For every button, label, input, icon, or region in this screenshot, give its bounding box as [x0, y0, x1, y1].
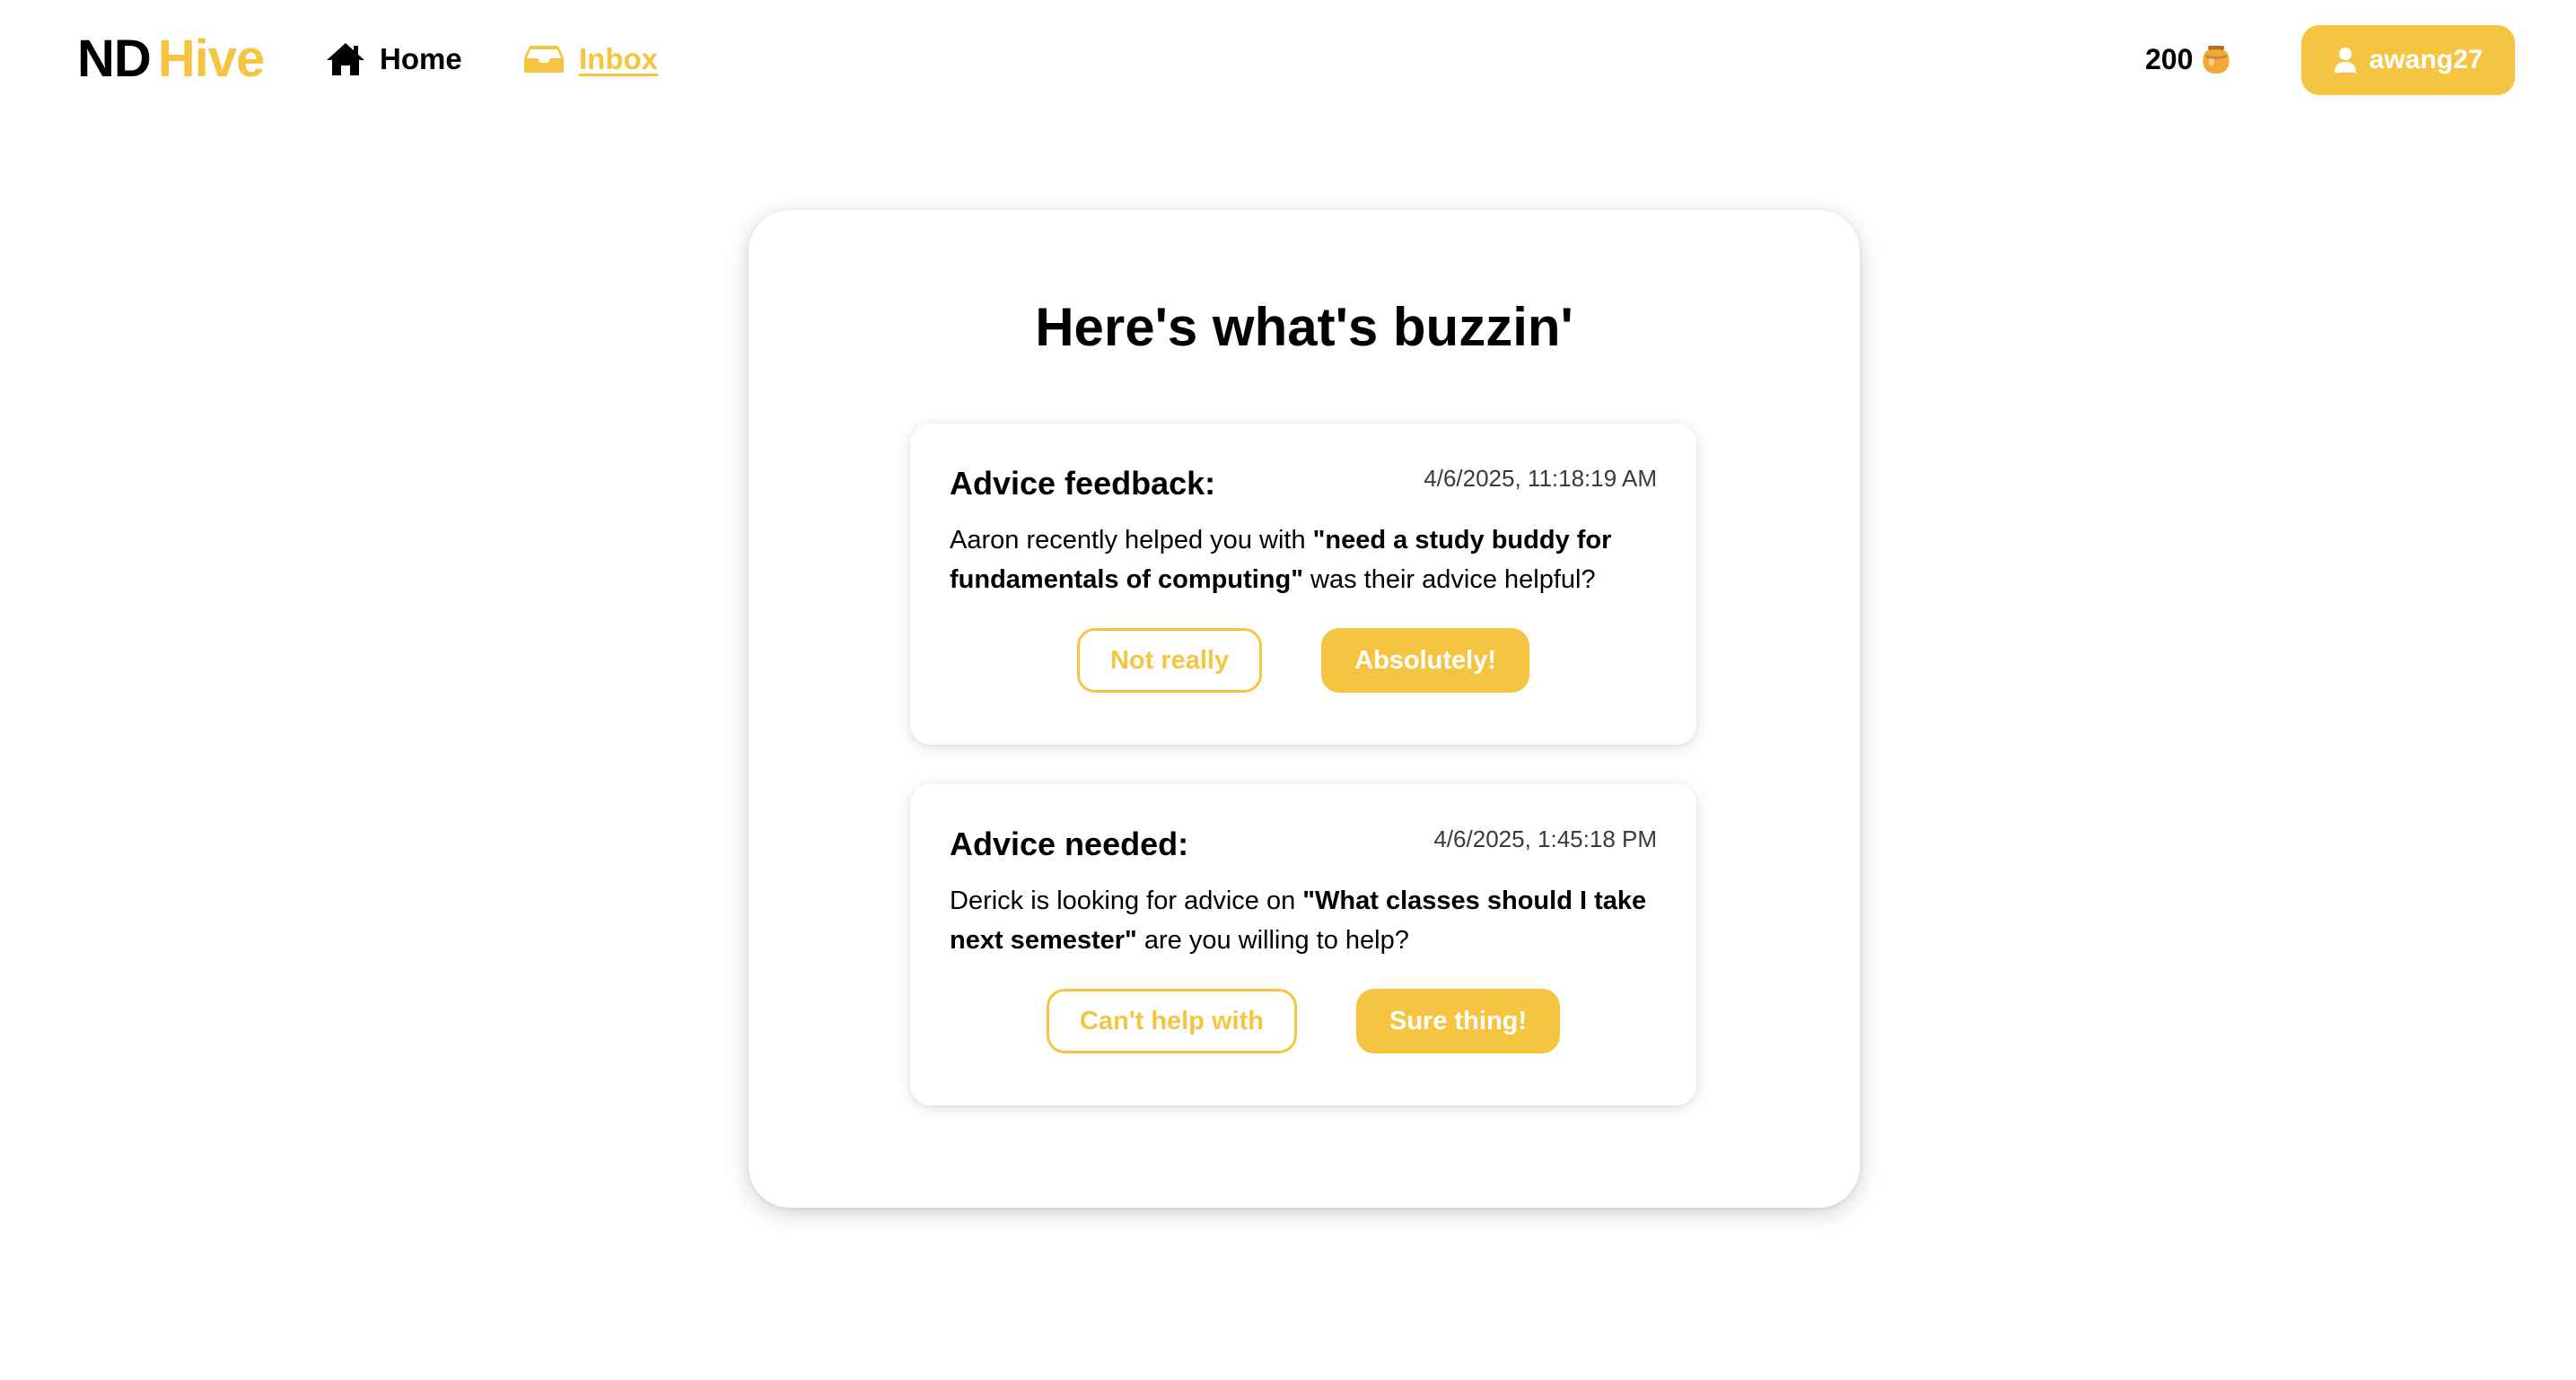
honey-pot-icon: [2193, 44, 2230, 74]
nav-home-link[interactable]: Home: [326, 39, 462, 79]
home-icon: [326, 41, 380, 77]
brand-logo-nd: ND: [77, 30, 152, 88]
inbox-tray-icon: [523, 44, 579, 74]
absolutely-button[interactable]: Absolutely!: [1321, 628, 1530, 693]
top-navbar: ND Hive Home Inbox 200 awang27: [0, 0, 2576, 117]
username-label: awang27: [2369, 45, 2484, 74]
coin-balance: 200: [2145, 39, 2230, 79]
nav-home-label: Home: [380, 42, 462, 75]
notification-heading: Advice needed:: [950, 825, 1189, 862]
notification-card: Advice needed: 4/6/2025, 1:45:18 PM Deri…: [910, 784, 1696, 1105]
brand-logo[interactable]: ND Hive: [77, 30, 266, 88]
page-title: Here's what's buzzin': [1035, 297, 1573, 357]
notification-heading: Advice feedback:: [950, 465, 1216, 502]
notification-timestamp: 4/6/2025, 1:45:18 PM: [1433, 825, 1657, 852]
nav-inbox-link[interactable]: Inbox: [523, 39, 658, 79]
notification-message-question: was their advice helpful?: [1302, 565, 1596, 594]
brand-logo-hive: Hive: [157, 30, 266, 88]
notification-message: Aaron recently helped you with "need a s…: [950, 520, 1668, 599]
notification-message-intro: Derick is looking for advice on: [950, 887, 1303, 915]
user-account-button[interactable]: awang27: [2301, 25, 2515, 95]
cant-help-button[interactable]: Can't help with: [1046, 989, 1297, 1053]
notification-message-intro: Aaron recently helped you with: [950, 526, 1313, 555]
coin-balance-value: 200: [2145, 43, 2194, 75]
user-icon: [2334, 47, 2370, 74]
notification-card: Advice feedback: 4/6/2025, 11:18:19 AM A…: [910, 424, 1696, 745]
nav-inbox-label: Inbox: [579, 42, 658, 75]
inbox-panel: Here's what's buzzin' Advice feedback: 4…: [749, 210, 1860, 1208]
notification-message-question: are you willing to help?: [1136, 926, 1409, 955]
not-really-button[interactable]: Not really: [1076, 628, 1263, 693]
notification-message: Derick is looking for advice on "What cl…: [950, 881, 1668, 960]
notification-timestamp: 4/6/2025, 11:18:19 AM: [1424, 465, 1657, 492]
notification-actions: Can't help with Sure thing!: [910, 989, 1696, 1053]
notification-actions: Not really Absolutely!: [910, 628, 1696, 693]
sure-thing-button[interactable]: Sure thing!: [1356, 989, 1561, 1053]
